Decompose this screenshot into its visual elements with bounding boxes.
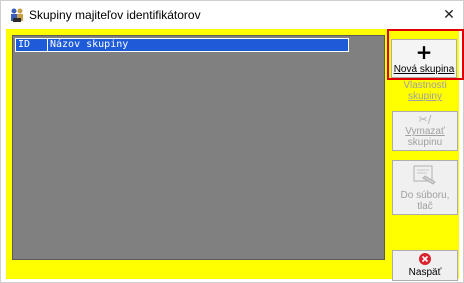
- column-header-id[interactable]: ID: [16, 39, 48, 51]
- delete-group-label-line2: skupinu: [407, 137, 443, 148]
- back-button[interactable]: Naspäť: [392, 250, 458, 281]
- to-file-print-button[interactable]: Do súboru, tlač: [392, 160, 458, 215]
- groups-list[interactable]: ID Názov skupiny: [12, 35, 385, 260]
- delete-group-button[interactable]: ✂/ Vymazať skupinu: [392, 111, 458, 151]
- group-properties-label-line1: Vlastnosti: [403, 80, 447, 91]
- dialog-client-area: ID Názov skupiny + Nová skupina Vlastnos…: [6, 29, 464, 281]
- close-button[interactable]: ✕: [435, 1, 463, 29]
- new-group-label: Nová skupina: [393, 63, 455, 75]
- to-file-print-label: Do súboru, tlač: [400, 189, 450, 212]
- delete-group-label-line1: Vymazať: [405, 126, 445, 137]
- new-group-button[interactable]: + Nová skupina: [391, 39, 457, 78]
- plus-icon: +: [415, 39, 433, 64]
- title-bar[interactable]: Skupiny majiteľov identifikátorov ✕: [1, 1, 463, 29]
- back-label: Naspäť: [408, 267, 442, 278]
- print-preview-icon: [413, 165, 436, 185]
- window-title: Skupiny majiteľov identifikátorov: [29, 8, 201, 22]
- users-group-icon: [11, 8, 23, 22]
- close-icon: ✕: [443, 7, 455, 23]
- list-header: ID Názov skupiny: [15, 38, 349, 52]
- close-circle-icon: [419, 253, 431, 265]
- dialog-window: Skupiny majiteľov identifikátorov ✕ ID N…: [0, 0, 464, 283]
- column-header-group-name[interactable]: Názov skupiny: [48, 39, 348, 51]
- group-properties-label-line2: skupiny: [408, 91, 442, 102]
- scissors-icon: ✂/: [418, 113, 432, 126]
- group-properties-button[interactable]: Vlastnosti skupiny: [392, 76, 458, 106]
